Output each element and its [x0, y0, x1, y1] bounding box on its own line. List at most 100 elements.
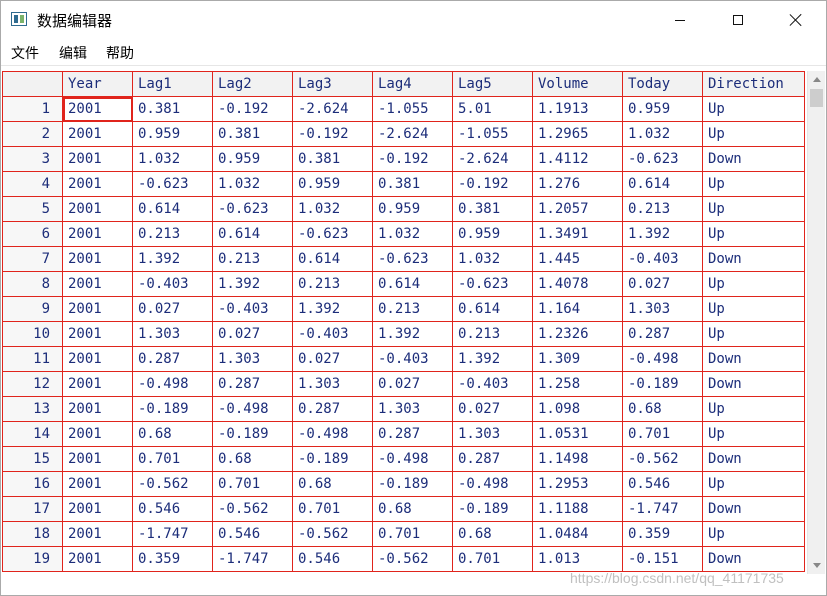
- cell-year[interactable]: 2001: [62, 296, 133, 322]
- cell-lag3[interactable]: 0.027: [292, 346, 373, 372]
- cell-lag2[interactable]: 1.392: [212, 271, 293, 297]
- cell-lag4[interactable]: -0.192: [372, 146, 453, 172]
- cell-year[interactable]: 2001: [62, 396, 133, 422]
- row-header[interactable]: 2: [2, 121, 63, 147]
- cell-volume[interactable]: 1.445: [532, 246, 623, 272]
- cell-today[interactable]: 0.701: [622, 421, 703, 447]
- cell-today[interactable]: -1.747: [622, 496, 703, 522]
- cell-year[interactable]: 2001: [62, 196, 133, 222]
- scroll-up-arrow-icon[interactable]: [808, 71, 825, 88]
- column-header-lag4[interactable]: Lag4: [372, 71, 453, 97]
- cell-today[interactable]: -0.623: [622, 146, 703, 172]
- cell-lag2[interactable]: -0.623: [212, 196, 293, 222]
- cell-volume[interactable]: 1.309: [532, 346, 623, 372]
- cell-lag2[interactable]: -1.747: [212, 546, 293, 572]
- cell-today[interactable]: 1.032: [622, 121, 703, 147]
- cell-direction[interactable]: Up: [702, 121, 805, 147]
- cell-lag4[interactable]: 1.392: [372, 321, 453, 347]
- cell-direction[interactable]: Up: [702, 421, 805, 447]
- cell-lag3[interactable]: 0.287: [292, 396, 373, 422]
- cell-lag2[interactable]: 0.287: [212, 371, 293, 397]
- cell-lag3[interactable]: -0.498: [292, 421, 373, 447]
- cell-volume[interactable]: 1.164: [532, 296, 623, 322]
- cell-lag4[interactable]: -1.055: [372, 96, 453, 122]
- cell-lag4[interactable]: 0.213: [372, 296, 453, 322]
- cell-lag2[interactable]: -0.189: [212, 421, 293, 447]
- cell-volume[interactable]: 1.2326: [532, 321, 623, 347]
- row-header[interactable]: 19: [2, 546, 63, 572]
- cell-lag5[interactable]: 0.381: [452, 196, 533, 222]
- cell-lag1[interactable]: 0.68: [132, 421, 213, 447]
- column-header-year[interactable]: Year: [62, 71, 133, 97]
- cell-volume[interactable]: 1.258: [532, 371, 623, 397]
- cell-lag2[interactable]: -0.403: [212, 296, 293, 322]
- cell-lag1[interactable]: -0.498: [132, 371, 213, 397]
- cell-lag5[interactable]: 1.032: [452, 246, 533, 272]
- column-header-lag2[interactable]: Lag2: [212, 71, 293, 97]
- cell-lag2[interactable]: 0.68: [212, 446, 293, 472]
- cell-today[interactable]: 0.68: [622, 396, 703, 422]
- cell-direction[interactable]: Down: [702, 546, 805, 572]
- cell-lag5[interactable]: -0.189: [452, 496, 533, 522]
- cell-volume[interactable]: 1.1188: [532, 496, 623, 522]
- cell-lag2[interactable]: 0.959: [212, 146, 293, 172]
- cell-lag3[interactable]: -0.189: [292, 446, 373, 472]
- column-header-today[interactable]: Today: [622, 71, 703, 97]
- cell-lag5[interactable]: -0.403: [452, 371, 533, 397]
- cell-lag4[interactable]: -0.498: [372, 446, 453, 472]
- cell-direction[interactable]: Up: [702, 396, 805, 422]
- row-header[interactable]: 1: [2, 96, 63, 122]
- cell-volume[interactable]: 1.2057: [532, 196, 623, 222]
- cell-year[interactable]: 2001: [62, 421, 133, 447]
- cell-volume[interactable]: 1.4078: [532, 271, 623, 297]
- cell-lag1[interactable]: 0.701: [132, 446, 213, 472]
- cell-direction[interactable]: Down: [702, 496, 805, 522]
- cell-lag2[interactable]: 0.213: [212, 246, 293, 272]
- cell-lag2[interactable]: -0.562: [212, 496, 293, 522]
- cell-lag1[interactable]: 0.381: [132, 96, 213, 122]
- cell-lag4[interactable]: 0.68: [372, 496, 453, 522]
- cell-lag5[interactable]: 0.287: [452, 446, 533, 472]
- cell-lag5[interactable]: -1.055: [452, 121, 533, 147]
- cell-lag1[interactable]: 0.027: [132, 296, 213, 322]
- cell-lag4[interactable]: -0.189: [372, 471, 453, 497]
- cell-lag2[interactable]: -0.498: [212, 396, 293, 422]
- cell-lag4[interactable]: -0.403: [372, 346, 453, 372]
- column-header-volume[interactable]: Volume: [532, 71, 623, 97]
- cell-lag2[interactable]: 0.614: [212, 221, 293, 247]
- column-header-lag3[interactable]: Lag3: [292, 71, 373, 97]
- cell-lag5[interactable]: 0.68: [452, 521, 533, 547]
- cell-volume[interactable]: 1.0484: [532, 521, 623, 547]
- cell-lag3[interactable]: 1.032: [292, 196, 373, 222]
- cell-year[interactable]: 2001: [62, 346, 133, 372]
- cell-volume[interactable]: 1.098: [532, 396, 623, 422]
- cell-direction[interactable]: Down: [702, 246, 805, 272]
- cell-lag3[interactable]: 0.381: [292, 146, 373, 172]
- row-header[interactable]: 7: [2, 246, 63, 272]
- cell-lag3[interactable]: -2.624: [292, 96, 373, 122]
- cell-lag2[interactable]: 0.027: [212, 321, 293, 347]
- cell-year[interactable]: 2001: [62, 221, 133, 247]
- cell-year[interactable]: 2001: [62, 171, 133, 197]
- cell-today[interactable]: -0.498: [622, 346, 703, 372]
- cell-lag1[interactable]: 0.546: [132, 496, 213, 522]
- cell-year[interactable]: 2001: [62, 496, 133, 522]
- cell-year[interactable]: 2001: [62, 146, 133, 172]
- row-header[interactable]: 4: [2, 171, 63, 197]
- title-bar[interactable]: 数据编辑器: [1, 1, 826, 39]
- cell-year[interactable]: 2001: [62, 271, 133, 297]
- cell-volume[interactable]: 1.1913: [532, 96, 623, 122]
- cell-lag2[interactable]: 1.032: [212, 171, 293, 197]
- cell-lag5[interactable]: -0.498: [452, 471, 533, 497]
- minimize-button[interactable]: [651, 1, 709, 39]
- cell-lag4[interactable]: 0.287: [372, 421, 453, 447]
- cell-lag4[interactable]: -0.623: [372, 246, 453, 272]
- cell-year[interactable]: 2001: [62, 371, 133, 397]
- row-header[interactable]: 17: [2, 496, 63, 522]
- cell-direction[interactable]: Up: [702, 271, 805, 297]
- cell-lag3[interactable]: 0.614: [292, 246, 373, 272]
- cell-lag1[interactable]: 1.032: [132, 146, 213, 172]
- cell-volume[interactable]: 1.2965: [532, 121, 623, 147]
- cell-lag5[interactable]: 0.701: [452, 546, 533, 572]
- cell-direction[interactable]: Down: [702, 446, 805, 472]
